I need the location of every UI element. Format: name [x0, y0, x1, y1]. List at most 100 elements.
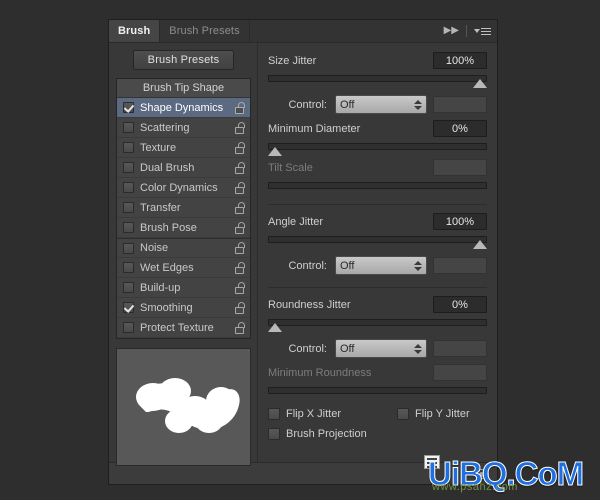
roundness-control-select[interactable]: Off	[335, 339, 427, 358]
unlocked-padlock-icon[interactable]	[235, 301, 246, 314]
unlocked-padlock-icon[interactable]	[235, 242, 246, 254]
checkbox-brush-pose[interactable]	[123, 222, 134, 233]
size-jitter-value[interactable]: 100%	[433, 52, 487, 69]
double-chevron-right-icon[interactable]: ▶▶	[444, 26, 459, 36]
checkbox-scattering[interactable]	[123, 122, 134, 133]
unlocked-padlock-icon[interactable]	[235, 161, 246, 174]
angle-control-extra-value[interactable]	[433, 257, 487, 274]
roundness-jitter-row: Roundness Jitter 0%	[268, 295, 487, 314]
tab-brush-presets[interactable]: Brush Presets	[160, 20, 250, 42]
size-control-select[interactable]: Off	[335, 95, 427, 114]
angle-control-label: Control:	[288, 259, 327, 272]
checkbox-texture[interactable]	[123, 142, 134, 153]
unlocked-padlock-icon[interactable]	[235, 141, 246, 154]
stepper-arrows-icon[interactable]	[414, 99, 422, 110]
checkbox-transfer[interactable]	[123, 202, 134, 213]
option-row-scattering[interactable]: Scattering	[117, 118, 250, 138]
angle-jitter-slider[interactable]	[268, 235, 487, 249]
option-row-shape-dynamics[interactable]: Shape Dynamics	[117, 98, 250, 118]
checkbox-build-up[interactable]	[123, 282, 134, 293]
minimum-roundness-value	[433, 364, 487, 381]
roundness-control-extra-value[interactable]	[433, 340, 487, 357]
option-label: Dual Brush	[140, 161, 195, 174]
checkbox-brush-projection[interactable]	[268, 428, 280, 440]
checkbox-color-dynamics[interactable]	[123, 182, 134, 193]
toolbar-divider	[466, 25, 467, 37]
checkbox-smoothing[interactable]	[123, 302, 134, 313]
option-row-brush-pose[interactable]: Brush Pose	[117, 218, 250, 238]
checkbox-flip-x-jitter[interactable]	[268, 408, 280, 420]
roundness-jitter-slider[interactable]	[268, 318, 487, 332]
option-label: Color Dynamics	[140, 181, 218, 194]
roundness-jitter-group: Roundness Jitter 0% Control: Off Minimum…	[268, 295, 487, 447]
option-row-noise[interactable]: Noise	[117, 238, 250, 258]
option-row-smoothing[interactable]: Smoothing	[117, 298, 250, 318]
checkbox-shape-dynamics[interactable]	[123, 102, 134, 113]
minimum-diameter-slider[interactable]	[268, 142, 487, 156]
minimum-diameter-label: Minimum Diameter	[268, 122, 361, 135]
stepper-arrows-icon[interactable]	[414, 343, 422, 354]
flip-y-jitter-label: Flip Y Jitter	[415, 408, 470, 420]
flip-jitter-row: Flip X Jitter Flip Y Jitter	[268, 408, 487, 420]
minimum-diameter-value[interactable]: 0%	[433, 120, 487, 137]
angle-jitter-label: Angle Jitter	[268, 215, 324, 228]
slider-thumb[interactable]	[473, 79, 487, 88]
checkbox-noise[interactable]	[123, 242, 134, 254]
minimum-roundness-label: Minimum Roundness	[268, 366, 372, 379]
size-control-value: Off	[340, 98, 355, 111]
angle-control-select[interactable]: Off	[335, 256, 427, 275]
angle-control-row: Control: Off	[268, 255, 487, 276]
unlocked-padlock-icon[interactable]	[235, 121, 246, 134]
checkbox-protect-texture[interactable]	[123, 322, 134, 333]
slider-track	[268, 182, 487, 189]
option-label: Texture	[140, 141, 177, 154]
eye-toggle-icon[interactable]	[473, 467, 491, 481]
slider-thumb[interactable]	[268, 147, 282, 156]
size-jitter-slider[interactable]	[268, 74, 487, 88]
roundness-control-value: Off	[340, 342, 355, 355]
brush-projection-row: Brush Projection	[268, 428, 487, 440]
minimum-roundness-slider	[268, 386, 487, 400]
brush-options-column: Brush Presets Brush Tip Shape Shape Dyna…	[109, 43, 257, 466]
brush-stroke-preview	[116, 348, 251, 466]
stepper-arrows-icon[interactable]	[414, 260, 422, 271]
size-control-label: Control:	[288, 98, 327, 111]
angle-jitter-row: Angle Jitter 100%	[268, 212, 487, 231]
panel-body: Brush Presets Brush Tip Shape Shape Dyna…	[109, 43, 497, 466]
option-row-dual-brush[interactable]: Dual Brush	[117, 158, 250, 178]
option-row-protect-texture[interactable]: Protect Texture	[117, 318, 250, 338]
unlocked-padlock-icon[interactable]	[235, 321, 246, 334]
flip-y-jitter-item[interactable]: Flip Y Jitter	[397, 408, 470, 420]
option-row-transfer[interactable]: Transfer	[117, 198, 250, 218]
unlocked-padlock-icon[interactable]	[235, 261, 246, 274]
brush-options-list: Brush Tip Shape Shape Dynamics Scatterin…	[116, 78, 251, 339]
option-row-color-dynamics[interactable]: Color Dynamics	[117, 178, 250, 198]
angle-jitter-value[interactable]: 100%	[433, 213, 487, 230]
roundness-jitter-value[interactable]: 0%	[433, 296, 487, 313]
brush-presets-button[interactable]: Brush Presets	[132, 50, 235, 70]
unlocked-padlock-icon[interactable]	[235, 221, 246, 234]
unlocked-padlock-icon[interactable]	[235, 201, 246, 214]
brush-projection-label: Brush Projection	[286, 428, 367, 440]
slider-track	[268, 387, 487, 394]
checkbox-wet-edges[interactable]	[123, 262, 134, 273]
size-control-extra-value[interactable]	[433, 96, 487, 113]
slider-thumb[interactable]	[268, 323, 282, 332]
option-row-build-up[interactable]: Build-up	[117, 278, 250, 298]
tilt-scale-value	[433, 159, 487, 176]
panel-menu-icon[interactable]	[474, 27, 491, 35]
unlocked-padlock-icon[interactable]	[235, 101, 246, 114]
tab-brush[interactable]: Brush	[109, 20, 161, 42]
option-row-wet-edges[interactable]: Wet Edges	[117, 258, 250, 278]
brush-tip-shape-header[interactable]: Brush Tip Shape	[117, 79, 250, 98]
brush-projection-item[interactable]: Brush Projection	[268, 428, 367, 440]
size-jitter-group: Size Jitter 100% Control: Off Minimum Di…	[268, 51, 487, 205]
unlocked-padlock-icon[interactable]	[235, 181, 246, 194]
flip-x-jitter-item[interactable]: Flip X Jitter	[268, 408, 341, 420]
checkbox-dual-brush[interactable]	[123, 162, 134, 173]
unlocked-padlock-icon[interactable]	[235, 281, 246, 294]
slider-thumb[interactable]	[473, 240, 487, 249]
option-row-texture[interactable]: Texture	[117, 138, 250, 158]
checkbox-flip-y-jitter[interactable]	[397, 408, 410, 420]
tilt-scale-label: Tilt Scale	[268, 161, 313, 174]
